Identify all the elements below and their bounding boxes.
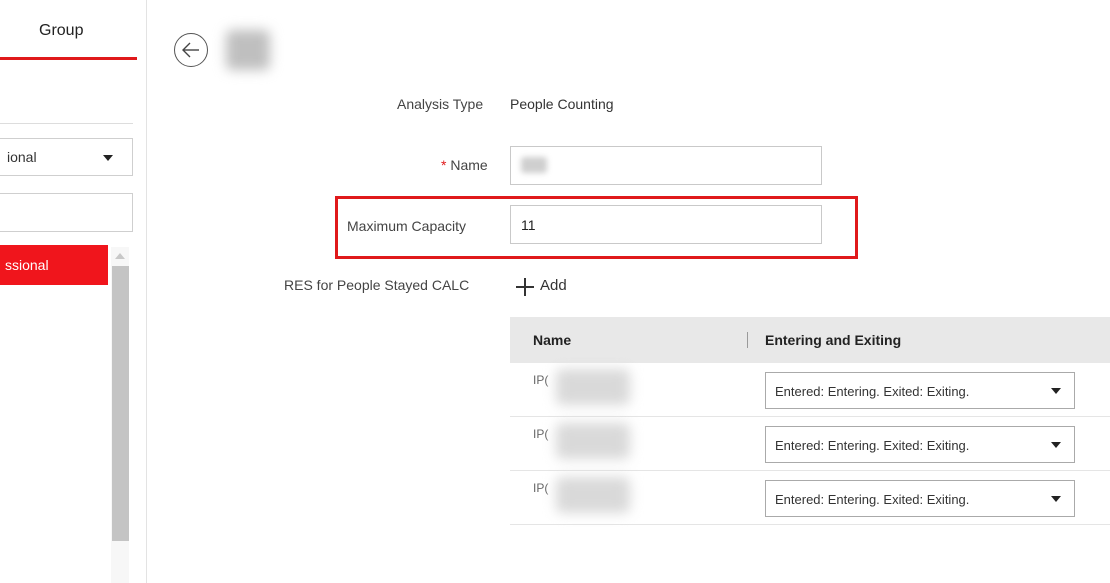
plus-icon bbox=[516, 278, 534, 296]
left-panel: Group ional ssional bbox=[0, 0, 146, 583]
camera-name: IP( bbox=[533, 427, 549, 441]
scroll-up-arrow-icon[interactable] bbox=[115, 253, 125, 259]
required-mark: * bbox=[441, 157, 447, 173]
column-header-entering-exiting[interactable]: Entering and Exiting bbox=[765, 332, 901, 348]
panel-separator bbox=[146, 0, 147, 583]
tab-group-label: Group bbox=[39, 22, 84, 39]
camera-name-redacted bbox=[556, 369, 630, 405]
back-button[interactable] bbox=[174, 33, 208, 67]
camera-name: IP( bbox=[533, 373, 549, 387]
direction-select-value: Entered: Entering. Exited: Exiting. bbox=[775, 438, 970, 453]
direction-select[interactable]: Entered: Entering. Exited: Exiting. bbox=[765, 480, 1075, 517]
max-capacity-value: 11 bbox=[521, 217, 536, 233]
analysis-type-label: Analysis Type bbox=[397, 96, 484, 112]
chevron-down-icon bbox=[1051, 442, 1061, 448]
list-item-label: ssional bbox=[5, 257, 49, 273]
scrollbar-thumb[interactable] bbox=[112, 266, 129, 541]
back-arrow-icon bbox=[182, 42, 199, 58]
active-tab-indicator bbox=[0, 57, 137, 60]
max-capacity-field[interactable]: 11 bbox=[510, 205, 822, 244]
res-label: RES for People Stayed CALC bbox=[284, 277, 470, 293]
column-header-name[interactable]: Name bbox=[533, 332, 571, 348]
analysis-type-value: People Counting bbox=[510, 96, 614, 112]
chevron-down-icon bbox=[1051, 388, 1061, 394]
scope-select[interactable]: ional bbox=[0, 138, 133, 176]
add-button-label: Add bbox=[540, 277, 567, 294]
max-capacity-label: Maximum Capacity bbox=[347, 218, 467, 234]
column-separator bbox=[747, 332, 748, 348]
list-item-selected[interactable]: ssional bbox=[0, 245, 108, 285]
table-header: Name Entering and Exiting bbox=[510, 317, 1110, 363]
page-title-redacted bbox=[226, 30, 270, 70]
direction-select-value: Entered: Entering. Exited: Exiting. bbox=[775, 384, 970, 399]
camera-name-redacted bbox=[556, 423, 630, 459]
name-label: * Name bbox=[441, 157, 488, 173]
direction-select[interactable]: Entered: Entering. Exited: Exiting. bbox=[765, 426, 1075, 463]
name-value-redacted bbox=[521, 157, 547, 173]
name-field[interactable] bbox=[510, 146, 822, 185]
table-row: IP( Entered: Entering. Exited: Exiting. bbox=[510, 417, 1110, 471]
search-input[interactable] bbox=[0, 193, 133, 232]
tab-group[interactable]: Group bbox=[0, 0, 137, 56]
scope-select-value: ional bbox=[7, 149, 37, 165]
chevron-down-icon bbox=[103, 155, 113, 161]
direction-select[interactable]: Entered: Entering. Exited: Exiting. bbox=[765, 372, 1075, 409]
camera-name: IP( bbox=[533, 481, 549, 495]
name-label-text: Name bbox=[450, 157, 488, 173]
panel-divider bbox=[0, 123, 133, 124]
table-row: IP( Entered: Entering. Exited: Exiting. bbox=[510, 363, 1110, 417]
camera-name-redacted bbox=[556, 477, 630, 513]
chevron-down-icon bbox=[1051, 496, 1061, 502]
direction-select-value: Entered: Entering. Exited: Exiting. bbox=[775, 492, 970, 507]
table-row: IP( Entered: Entering. Exited: Exiting. bbox=[510, 471, 1110, 525]
